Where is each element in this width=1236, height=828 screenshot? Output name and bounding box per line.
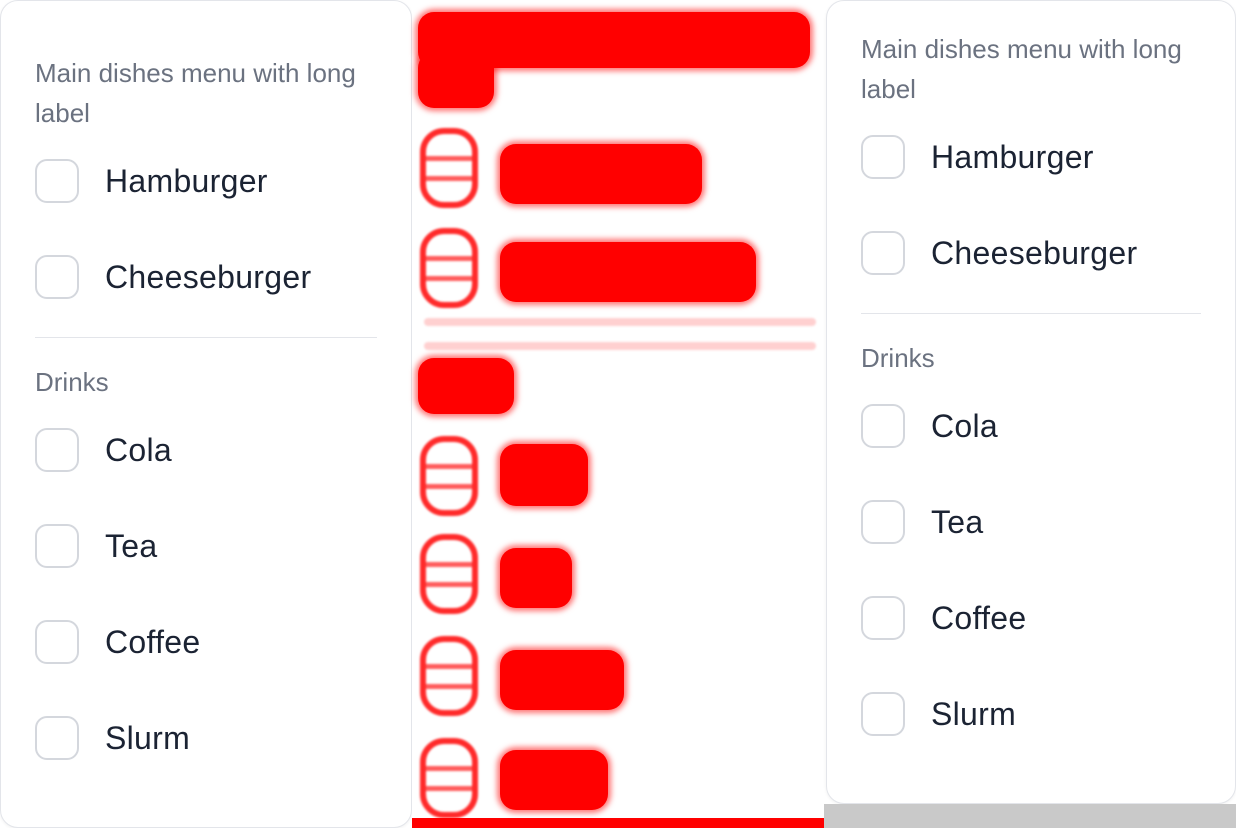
checkbox[interactable]	[35, 524, 79, 568]
redacted-block	[500, 144, 702, 204]
redacted-bottom-bar	[412, 818, 824, 828]
redacted-block	[418, 52, 494, 108]
group-divider	[861, 313, 1201, 314]
redacted-checkbox-icon	[420, 128, 478, 208]
menu-item-label: Coffee	[105, 623, 201, 660]
checkbox[interactable]	[861, 135, 905, 179]
checkbox[interactable]	[861, 231, 905, 275]
menu-item-label: Slurm	[105, 719, 191, 756]
group-divider	[35, 337, 377, 338]
redacted-checkbox-icon	[420, 636, 478, 716]
redacted-diff-panel	[412, 0, 824, 828]
checkbox[interactable]	[35, 716, 79, 760]
menu-item-coffee[interactable]: Coffee	[35, 594, 377, 690]
main-dishes-group-label: Main dishes menu with long label	[861, 34, 1182, 104]
screenshot-stage: Main dishes menu with long label Hamburg…	[0, 0, 1236, 828]
redacted-block	[500, 548, 572, 608]
menu-item-label: Hamburger	[105, 162, 268, 199]
menu-item-tea[interactable]: Tea	[35, 498, 377, 594]
checkbox[interactable]	[35, 428, 79, 472]
checkbox[interactable]	[861, 500, 905, 544]
redacted-block	[500, 242, 756, 302]
redacted-block	[500, 750, 608, 810]
redacted-block	[418, 358, 514, 414]
menu-item-hamburger[interactable]: Hamburger	[861, 109, 1201, 205]
redacted-block	[500, 650, 624, 710]
menu-item-label: Cola	[105, 431, 173, 468]
menu-item-label: Hamburger	[931, 138, 1094, 175]
menu-item-label: Tea	[105, 527, 158, 564]
menu-item-label: Tea	[931, 503, 984, 540]
menu-item-slurm[interactable]: Slurm	[35, 690, 377, 786]
checkbox[interactable]	[35, 255, 79, 299]
menu-item-tea[interactable]: Tea	[861, 474, 1201, 570]
redacted-checkbox-icon	[420, 436, 478, 516]
menu-item-cheeseburger[interactable]: Cheeseburger	[35, 229, 377, 325]
redacted-divider	[424, 318, 816, 326]
menu-item-cola[interactable]: Cola	[861, 378, 1201, 474]
checkbox[interactable]	[861, 596, 905, 640]
menu-item-label: Coffee	[931, 599, 1027, 636]
redacted-checkbox-icon	[420, 534, 478, 614]
menu-item-coffee[interactable]: Coffee	[861, 570, 1201, 666]
checkbox[interactable]	[861, 404, 905, 448]
menu-item-label: Cheeseburger	[105, 258, 312, 295]
menu-item-hamburger[interactable]: Hamburger	[35, 133, 377, 229]
menu-item-slurm[interactable]: Slurm	[861, 666, 1201, 762]
redacted-block	[500, 444, 588, 506]
redacted-checkbox-icon	[420, 228, 478, 308]
checkbox[interactable]	[861, 692, 905, 736]
redacted-divider	[424, 342, 816, 350]
checkbox[interactable]	[35, 159, 79, 203]
drinks-group-label: Drinks	[861, 343, 935, 373]
menu-card-left: Main dishes menu with long label Hamburg…	[0, 0, 412, 828]
drinks-group-label: Drinks	[35, 367, 109, 397]
menu-item-label: Slurm	[931, 695, 1017, 732]
menu-item-cola[interactable]: Cola	[35, 402, 377, 498]
menu-card-right: Main dishes menu with long label Hamburg…	[826, 0, 1236, 804]
menu-item-label: Cheeseburger	[931, 234, 1138, 271]
checkbox[interactable]	[35, 620, 79, 664]
menu-item-cheeseburger[interactable]: Cheeseburger	[861, 205, 1201, 301]
redacted-checkbox-icon	[420, 738, 478, 818]
main-dishes-group-label: Main dishes menu with long label	[35, 58, 356, 128]
menu-item-label: Cola	[931, 407, 999, 444]
bottom-gray-strip	[824, 804, 1236, 828]
